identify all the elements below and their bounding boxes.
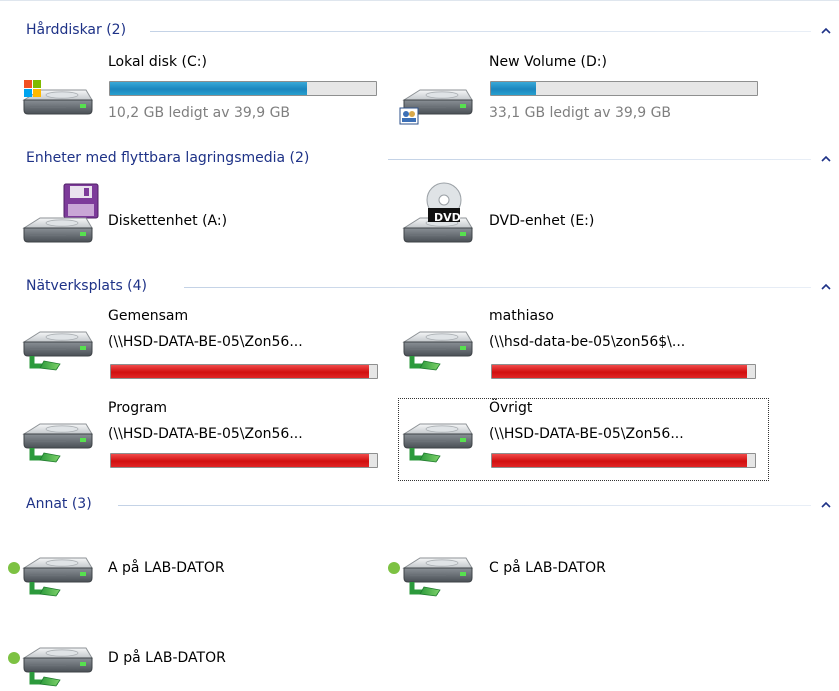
user-drive-icon [399, 89, 473, 125]
network-drive-path: (\\HSD-DATA-BE-05\Zon56... [108, 334, 303, 350]
drive-free-space: 33,1 GB ledigt av 39,9 GB [489, 105, 672, 121]
drive-usage-bar [491, 364, 756, 379]
group-title: Enheter med flyttbara lagringsmedia (2) [26, 150, 316, 166]
network-item-program[interactable]: Program (\\HSD-DATA-BE-05\Zon56... [14, 398, 384, 480]
group-title: Hårddiskar (2) [26, 22, 133, 38]
other-item-d[interactable]: D på LAB-DATOR [0, 630, 384, 691]
network-location-name: A på LAB-DATOR [108, 560, 225, 576]
group-divider [388, 159, 811, 160]
network-drive-icon [403, 557, 473, 606]
drive-name: New Volume (D:) [489, 54, 607, 70]
chevron-up-icon[interactable] [819, 152, 833, 166]
drive-name: Lokal disk (C:) [108, 54, 207, 70]
drive-usage-bar [110, 364, 378, 379]
drive-usage-bar [490, 81, 758, 96]
drive-name: Diskettenhet (A:) [108, 213, 228, 229]
network-drive-icon [403, 423, 473, 472]
drive-item-d[interactable]: New Volume (D:) 33,1 GB ledigt av 39,9 G… [394, 52, 764, 132]
group-header-removable[interactable]: Enheter med flyttbara lagringsmedia (2) [0, 148, 839, 172]
network-drive-icon [23, 647, 93, 691]
drive-usage-bar [491, 453, 756, 468]
top-separator [0, 0, 839, 1]
drive-item-floppy[interactable]: Diskettenhet (A:) [14, 180, 384, 260]
network-drive-path: (\\HSD-DATA-BE-05\Zon56... [108, 426, 303, 442]
network-drive-icon [23, 331, 93, 380]
network-item-mathiaso[interactable]: mathiaso (\\hsd-data-be-05\zon56$\... [394, 306, 764, 388]
drive-usage-bar [109, 81, 377, 96]
group-header-network[interactable]: Nätverksplats (4) [0, 276, 839, 300]
group-title: Nätverksplats (4) [26, 278, 154, 294]
network-drive-icon [23, 423, 93, 472]
network-drive-name: Övrigt [489, 400, 533, 416]
chevron-up-icon[interactable] [819, 498, 833, 512]
network-drive-icon [23, 557, 93, 606]
network-drive-name: Program [108, 400, 168, 416]
chevron-up-icon[interactable] [819, 280, 833, 294]
drive-usage-fill [111, 454, 370, 467]
drive-item-c[interactable]: Lokal disk (C:) 10,2 GB ledigt av 39,9 G… [14, 52, 384, 132]
dvd-badge: DVD [434, 211, 461, 224]
network-location-name: C på LAB-DATOR [489, 560, 606, 576]
network-item-gemensam[interactable]: Gemensam (\\HSD-DATA-BE-05\Zon56... [14, 306, 384, 388]
group-divider [150, 31, 811, 32]
network-drive-path: (\\hsd-data-be-05\zon56$\... [489, 334, 686, 350]
windows-drive-icon [23, 80, 93, 115]
network-drive-name: mathiaso [489, 308, 554, 324]
network-item-ovrigt[interactable]: Övrigt (\\HSD-DATA-BE-05\Zon56... [394, 398, 764, 480]
top-column-strip [0, 0, 839, 8]
network-drive-icon [403, 331, 473, 380]
other-item-c[interactable]: C på LAB-DATOR [380, 540, 764, 610]
floppy-drive-icon [23, 183, 99, 243]
group-divider [184, 287, 811, 288]
drive-usage-fill [492, 454, 748, 467]
group-title: Annat (3) [26, 496, 98, 512]
drive-usage-fill [111, 365, 370, 378]
drive-name: DVD-enhet (E:) [489, 213, 595, 229]
drive-usage-fill [110, 82, 307, 95]
group-divider [118, 505, 811, 506]
drive-usage-fill [492, 365, 748, 378]
network-location-name: D på LAB-DATOR [108, 650, 226, 666]
group-header-other[interactable]: Annat (3) [0, 494, 839, 518]
chevron-up-icon[interactable] [819, 24, 833, 38]
group-header-hard-drives[interactable]: Hårddiskar (2) [0, 20, 839, 44]
network-drive-name: Gemensam [108, 308, 189, 324]
other-item-a[interactable]: A på LAB-DATOR [0, 540, 384, 610]
drive-usage-bar [110, 453, 378, 468]
drive-usage-fill [491, 82, 537, 95]
drive-item-dvd[interactable]: DVD DVD-enhet (E:) [394, 180, 764, 260]
network-drive-path: (\\HSD-DATA-BE-05\Zon56... [489, 426, 684, 442]
drive-free-space: 10,2 GB ledigt av 39,9 GB [108, 105, 291, 121]
